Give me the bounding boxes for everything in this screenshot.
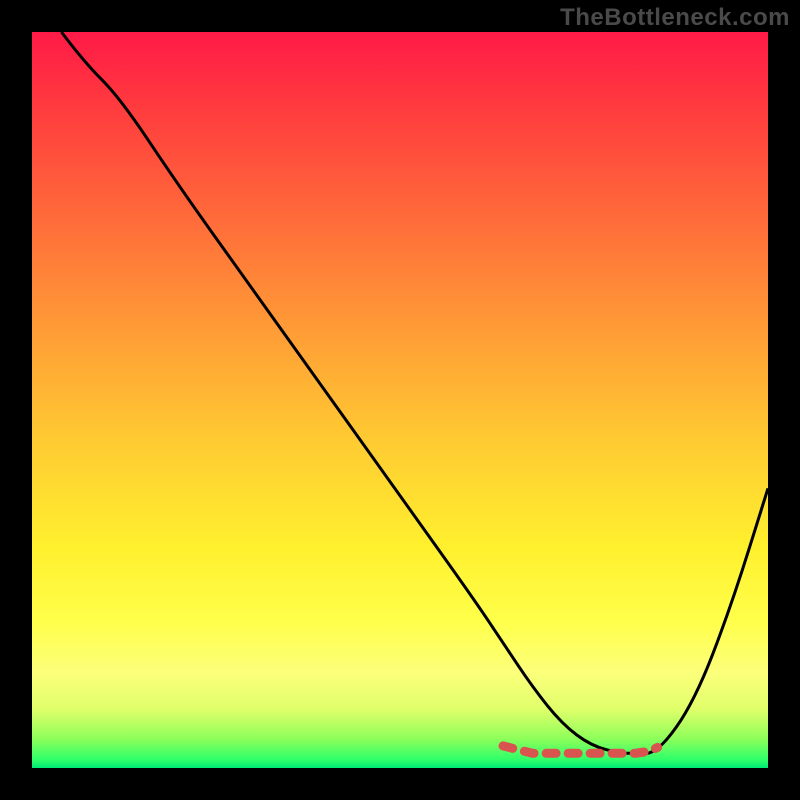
plot-area xyxy=(32,32,768,768)
watermark-text: TheBottleneck.com xyxy=(560,4,790,32)
curve-layer xyxy=(32,32,768,768)
chart-container: TheBottleneck.com xyxy=(0,0,800,800)
optimal-marker xyxy=(503,746,658,753)
bottleneck-curve xyxy=(61,32,768,753)
